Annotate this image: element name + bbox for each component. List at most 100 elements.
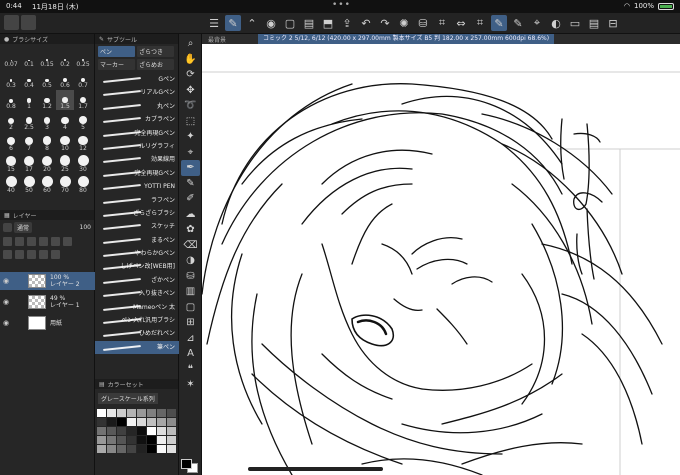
balloon-icon[interactable]: ❝ bbox=[181, 362, 200, 378]
sketch-artwork[interactable] bbox=[202, 44, 680, 475]
save-icon[interactable]: ⬒ bbox=[320, 15, 336, 31]
subtool-item[interactable]: YOTTI PEN bbox=[95, 180, 179, 193]
subtool-item[interactable]: 完全再現Gペン bbox=[95, 127, 179, 140]
color-swatch[interactable] bbox=[107, 436, 116, 444]
brush-size-option[interactable]: 0.7 bbox=[74, 69, 92, 89]
magic-wand-icon[interactable]: ✦ bbox=[181, 129, 200, 145]
color-swatch[interactable] bbox=[127, 418, 136, 426]
subtool-item[interactable]: Mameoペン 太 bbox=[95, 301, 179, 314]
subtool-item[interactable]: Gペン bbox=[95, 73, 179, 86]
color-swatch[interactable] bbox=[97, 445, 106, 453]
main-sub-color[interactable] bbox=[181, 459, 199, 473]
color-swatch[interactable] bbox=[157, 409, 166, 417]
layer-row[interactable]: ◉ 49 % レイヤー 1 bbox=[0, 293, 95, 311]
home-indicator[interactable] bbox=[248, 467, 383, 471]
layer-opacity-value[interactable]: 100 bbox=[80, 224, 91, 231]
color-swatch[interactable] bbox=[147, 445, 156, 453]
brush-size-option[interactable]: 60 bbox=[38, 174, 56, 194]
decoration-icon[interactable]: ✿ bbox=[181, 222, 200, 238]
color-swatch[interactable] bbox=[137, 409, 146, 417]
color-swatch[interactable] bbox=[167, 409, 176, 417]
color-swatch[interactable] bbox=[167, 436, 176, 444]
color-swatch[interactable] bbox=[117, 436, 126, 444]
layout-icon[interactable]: ▭ bbox=[567, 15, 583, 31]
color-swatch[interactable] bbox=[97, 427, 106, 435]
subtool-item[interactable]: やわらかGペン bbox=[95, 247, 179, 260]
brush-icon[interactable]: ✐ bbox=[181, 191, 200, 207]
brush-size-option[interactable]: 8 bbox=[38, 132, 56, 152]
color-swatch[interactable] bbox=[107, 409, 116, 417]
subtool-item[interactable]: ルリグラフィ bbox=[95, 140, 179, 153]
open-icon[interactable]: ▤ bbox=[301, 15, 317, 31]
color-swatch[interactable] bbox=[107, 445, 116, 453]
subtool-item[interactable]: ざらざらブラシ bbox=[95, 207, 179, 220]
brush-size-option[interactable]: 2 bbox=[2, 111, 20, 131]
brush-size-option[interactable]: 0.3 bbox=[2, 69, 20, 89]
new-icon[interactable]: ▢ bbox=[282, 15, 298, 31]
color-swatch[interactable] bbox=[117, 418, 126, 426]
zoom-icon[interactable]: ⌕ bbox=[181, 36, 200, 52]
delete-layer-icon[interactable] bbox=[51, 250, 60, 259]
gradient-icon[interactable]: ▥ bbox=[181, 284, 200, 300]
brush-size-option[interactable]: 0.25 bbox=[74, 48, 92, 68]
correction-icon[interactable]: ✶ bbox=[181, 377, 200, 393]
color-set-select[interactable]: グレースケール系列 bbox=[98, 393, 158, 404]
brush-size-option[interactable]: 1.7 bbox=[74, 90, 92, 110]
blend-icon[interactable]: ◑ bbox=[181, 253, 200, 269]
draft-icon[interactable] bbox=[27, 237, 36, 246]
fill-icon[interactable]: ⛁ bbox=[415, 15, 431, 31]
ruler-icon[interactable]: ⊿ bbox=[181, 331, 200, 347]
color-swatch[interactable] bbox=[167, 427, 176, 435]
subtool-item[interactable]: ざかペン bbox=[95, 274, 179, 287]
color-swatch[interactable] bbox=[127, 436, 136, 444]
color-swatch[interactable] bbox=[157, 445, 166, 453]
record-icon[interactable]: ◉ bbox=[263, 15, 279, 31]
color-swatch[interactable] bbox=[117, 409, 126, 417]
subtool-item[interactable]: ひめだれペン bbox=[95, 327, 179, 340]
brush-size-option[interactable]: 5 bbox=[74, 111, 92, 131]
panel-toggle-icon[interactable] bbox=[4, 15, 19, 30]
subtool-item[interactable]: リアルGペン bbox=[95, 86, 179, 99]
subtool-item[interactable]: まるペン bbox=[95, 234, 179, 247]
color-swatch[interactable] bbox=[107, 427, 116, 435]
panel-icon[interactable]: ▤ bbox=[586, 15, 602, 31]
reference-icon[interactable] bbox=[15, 237, 24, 246]
fill-icon[interactable]: ⛁ bbox=[181, 269, 200, 285]
brush-size-option[interactable]: 0.4 bbox=[20, 69, 38, 89]
brush-size-option[interactable]: 1.5 bbox=[56, 90, 74, 110]
subtool-group-tab[interactable]: ざらつき bbox=[137, 46, 174, 57]
loading-icon[interactable]: ✺ bbox=[396, 15, 412, 31]
select-icon[interactable]: ⬚ bbox=[181, 114, 200, 130]
tab-background[interactable]: 最背景 bbox=[202, 35, 258, 44]
hand-icon[interactable]: ✋ bbox=[181, 52, 200, 68]
brush-size-option[interactable]: 0.15 bbox=[38, 48, 56, 68]
color-swatch[interactable] bbox=[167, 418, 176, 426]
brush-size-option[interactable]: 25 bbox=[56, 153, 74, 173]
frame-icon[interactable]: ⊞ bbox=[181, 315, 200, 331]
brush-size-option[interactable]: 1.2 bbox=[38, 90, 56, 110]
subtool-group-tab[interactable]: ペン bbox=[98, 46, 135, 57]
subtool-group-tab[interactable]: マーカー bbox=[98, 59, 135, 70]
subtool-item[interactable]: 完全再現Gペン bbox=[95, 167, 179, 180]
hide-icon[interactable]: ⊟ bbox=[605, 15, 621, 31]
eraser-icon[interactable]: ⌫ bbox=[181, 238, 200, 254]
layer-row[interactable]: ◉ 用紙 bbox=[0, 314, 95, 332]
brush-size-option[interactable]: 40 bbox=[2, 174, 20, 194]
chevron-icon[interactable]: ⌃ bbox=[244, 15, 260, 31]
transform-icon[interactable]: ⌗ bbox=[434, 15, 450, 31]
subtool-item[interactable]: 入り抜きペン bbox=[95, 287, 179, 300]
text-icon[interactable]: A bbox=[181, 346, 200, 362]
color-swatch[interactable] bbox=[147, 436, 156, 444]
menu-icon[interactable]: ☰ bbox=[206, 15, 222, 31]
clip-icon[interactable] bbox=[3, 237, 12, 246]
brush-active-icon[interactable]: ✎ bbox=[225, 15, 241, 31]
color-swatch[interactable] bbox=[107, 418, 116, 426]
merge-layer-icon[interactable] bbox=[39, 250, 48, 259]
color-swatch[interactable] bbox=[157, 427, 166, 435]
eyedropper-icon[interactable]: ⌖ bbox=[529, 15, 545, 31]
move-icon[interactable]: ✥ bbox=[181, 83, 200, 99]
layer-row[interactable]: ◉ 100 % レイヤー 2 bbox=[0, 272, 95, 290]
brush-size-option[interactable]: 7 bbox=[20, 132, 38, 152]
color-swatch[interactable] bbox=[157, 436, 166, 444]
new-vector-layer-icon[interactable] bbox=[15, 250, 24, 259]
